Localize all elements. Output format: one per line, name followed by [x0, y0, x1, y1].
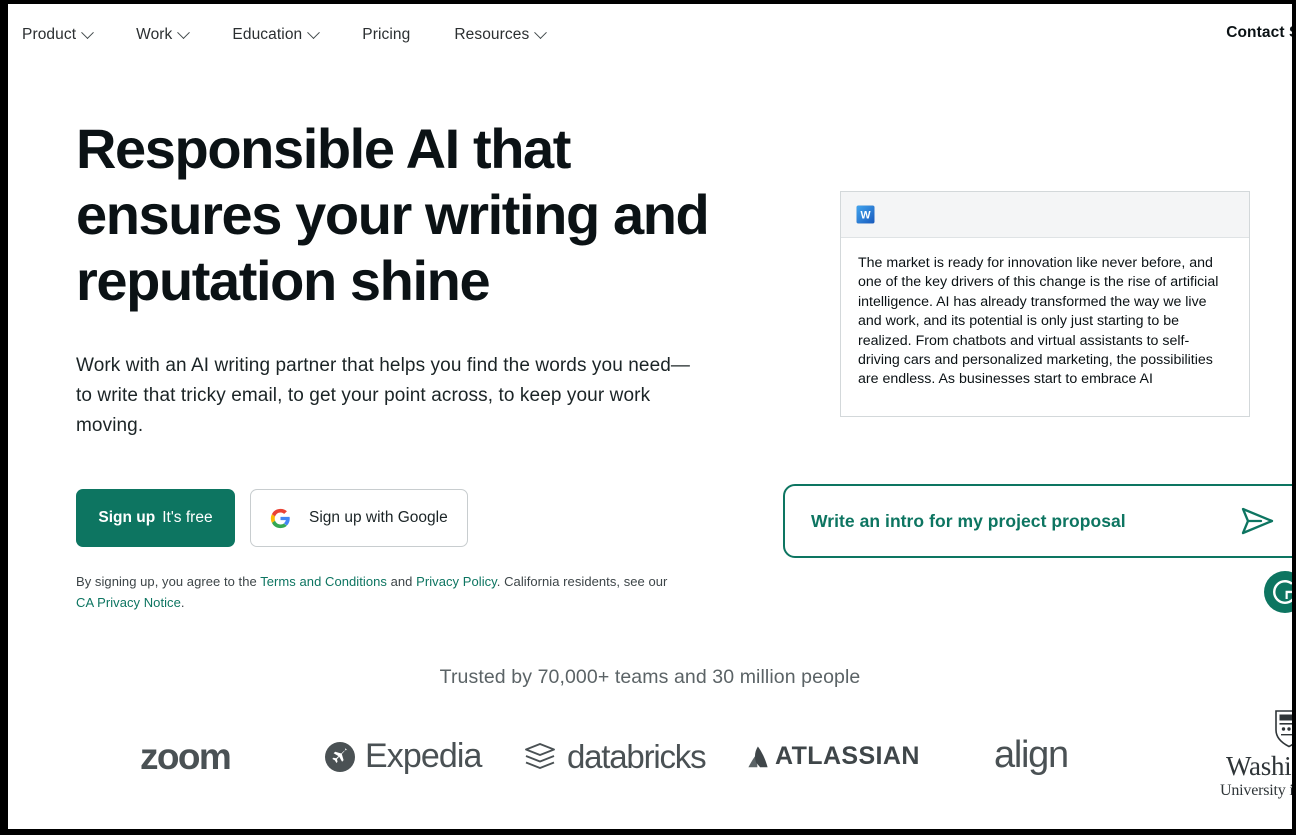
- chevron-down-icon: [81, 25, 94, 39]
- legal-disclaimer: By signing up, you agree to the Terms an…: [76, 571, 686, 613]
- databricks-stack-icon: [525, 743, 555, 769]
- trusted-by-heading: Trusted by 70,000+ teams and 30 million …: [439, 666, 861, 688]
- logo-zoom: zoom: [140, 736, 232, 778]
- grammarly-logo-badge[interactable]: [1264, 571, 1292, 613]
- trusted-by-section: Trusted by 70,000+ teams and 30 million …: [8, 666, 1292, 799]
- document-preview-card: W The market is ready for innovation lik…: [840, 191, 1250, 417]
- cta-button-row: Sign up It's free Sign up with Google: [76, 489, 716, 547]
- ai-prompt-text: Write an intro for my project proposal: [811, 510, 1126, 531]
- hero-content-left: Responsible AI that ensures your writing…: [76, 116, 716, 613]
- chevron-down-icon: [534, 25, 548, 39]
- washu-name-label: Washington: [1226, 751, 1292, 781]
- privacy-policy-link[interactable]: Privacy Policy: [416, 574, 497, 589]
- logo-expedia: Expedia: [324, 737, 482, 776]
- washu-crest-icon: [1274, 710, 1292, 748]
- nav-actions-group: Contact Sales: [1226, 24, 1292, 42]
- atlassian-mark-icon: [748, 746, 768, 767]
- nav-links-group: Product Work Education Pricing Resources: [22, 20, 589, 50]
- terms-and-conditions-link[interactable]: Terms and Conditions: [260, 574, 387, 589]
- logo-washington-university: Washington University in St.Louis: [1220, 708, 1292, 800]
- chevron-down-icon: [177, 25, 191, 39]
- customer-logo-strip: zoom Expedia databricks ATLASSIAN align …: [8, 710, 1292, 819]
- nav-item-work[interactable]: Work: [136, 20, 191, 50]
- page-title: Responsible AI that ensures your writing…: [76, 117, 710, 312]
- contact-sales-link[interactable]: Contact Sales: [1226, 24, 1292, 42]
- expedia-plane-icon: [325, 741, 355, 772]
- sign-up-button[interactable]: Sign up It's free: [76, 489, 235, 547]
- chevron-down-icon: [307, 25, 321, 39]
- nav-item-label: Work: [136, 26, 173, 43]
- grammarly-g-icon: [1273, 579, 1292, 604]
- main-navigation: Product Work Education Pricing Resources…: [8, 4, 1292, 66]
- nav-item-product[interactable]: Product: [22, 20, 94, 50]
- page-viewport: Product Work Education Pricing Resources…: [8, 4, 1292, 829]
- nav-item-label: Resources: [454, 26, 530, 43]
- google-button-label: Sign up with Google: [309, 509, 448, 526]
- legal-text-part4: .: [180, 595, 185, 610]
- sign-up-button-label: Sign up: [98, 509, 156, 526]
- logo-align: align: [994, 734, 1069, 777]
- ca-privacy-notice-link[interactable]: CA Privacy Notice: [76, 595, 181, 610]
- legal-text-part1: By signing up, you agree to the: [76, 574, 261, 589]
- document-card-header: W: [841, 192, 1249, 238]
- logo-databricks-label: databricks: [567, 738, 707, 775]
- nav-item-label: Product: [22, 26, 77, 43]
- logo-atlassian: ATLASSIAN: [748, 742, 920, 771]
- microsoft-word-icon: W: [856, 205, 875, 224]
- legal-text-part2: and: [386, 574, 417, 589]
- browser-window-frame: Product Work Education Pricing Resources…: [0, 0, 1296, 835]
- hero-section: Responsible AI that ensures your writing…: [8, 66, 1292, 666]
- ai-prompt-input-bar[interactable]: Write an intro for my project proposal: [783, 484, 1292, 558]
- logo-atlassian-label: ATLASSIAN: [775, 742, 920, 770]
- logo-databricks: databricks: [523, 738, 707, 776]
- send-paper-plane-icon[interactable]: [1241, 506, 1275, 536]
- document-body-text: The market is ready for innovation like …: [858, 255, 1219, 388]
- washu-sublabel: University in St.Louis: [1220, 782, 1292, 799]
- svg-text:W: W: [860, 210, 871, 222]
- hero-visual-right: W The market is ready for innovation lik…: [783, 191, 1292, 621]
- nav-item-label: Education: [232, 26, 303, 43]
- nav-item-label: Pricing: [362, 26, 411, 43]
- sign-up-button-sublabel: It's free: [162, 509, 213, 526]
- google-g-icon: [270, 508, 290, 528]
- logo-expedia-label: Expedia: [365, 737, 482, 775]
- nav-item-education[interactable]: Education: [232, 20, 321, 50]
- nav-item-pricing[interactable]: Pricing: [362, 20, 410, 50]
- document-card-body: The market is ready for innovation like …: [841, 238, 1249, 390]
- sign-up-with-google-button[interactable]: Sign up with Google: [250, 489, 468, 547]
- logo-zoom-label: zoom: [140, 736, 232, 777]
- legal-text-part3: . California residents, see our: [496, 574, 668, 589]
- hero-subtitle: Work with an AI writing partner that hel…: [76, 355, 691, 436]
- nav-item-resources[interactable]: Resources: [454, 20, 548, 50]
- logo-align-label: align: [994, 734, 1069, 776]
